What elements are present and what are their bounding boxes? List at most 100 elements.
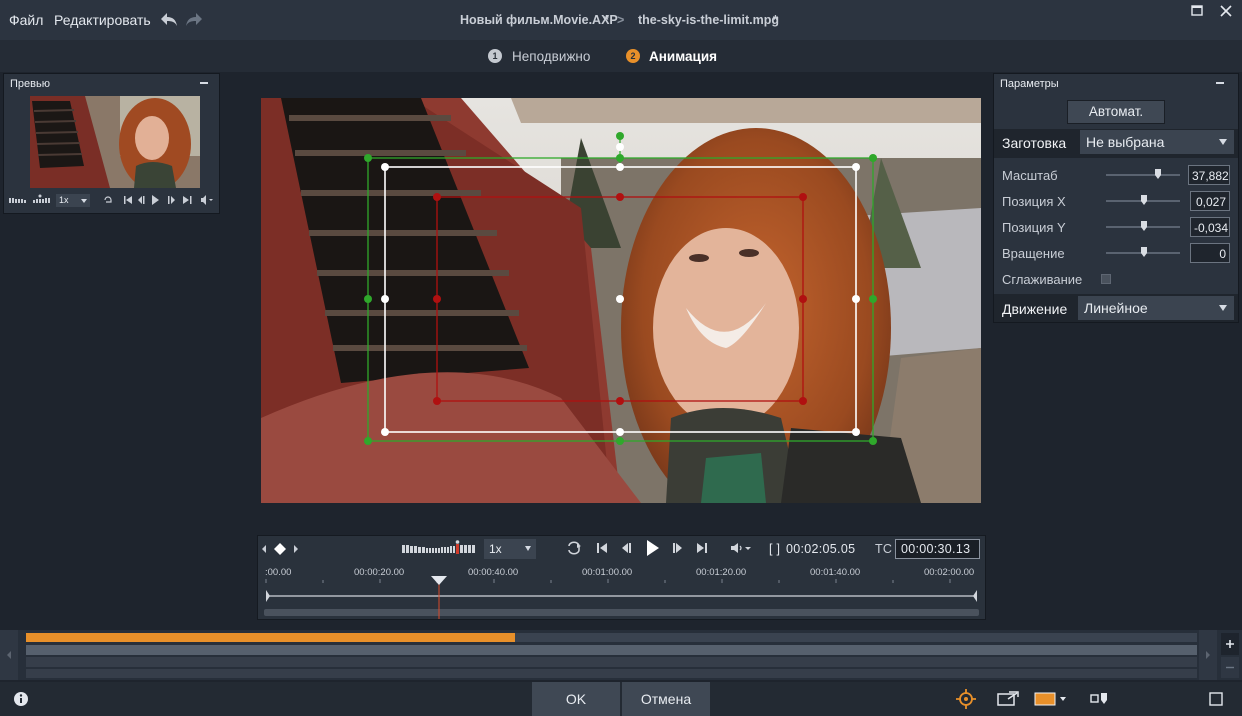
- go-to-end-icon[interactable]: [696, 542, 708, 554]
- preview-thumbnail: [30, 96, 200, 188]
- params-panel-title: Параметры: [1000, 78, 1059, 90]
- preset-value: Не выбрана: [1086, 134, 1165, 150]
- posx-slider-handle[interactable]: [1141, 195, 1147, 205]
- menu-edit[interactable]: Редактировать: [54, 12, 151, 28]
- zoom-out-button[interactable]: [1221, 657, 1239, 678]
- scale-slider-handle[interactable]: [1155, 169, 1161, 179]
- cancel-button[interactable]: Отмена: [622, 682, 710, 716]
- clip-modified-mark: *: [773, 13, 778, 27]
- breadcrumb-separator: >: [617, 13, 625, 27]
- undo-icon[interactable]: [159, 10, 179, 30]
- preview-panel-title: Превью: [10, 78, 50, 90]
- rotation-label: Вращение: [1002, 246, 1065, 261]
- chevron-left-icon: [7, 651, 11, 659]
- minus-icon: [1226, 666, 1234, 669]
- close-icon[interactable]: [1218, 4, 1234, 18]
- clip-track-progress[interactable]: [26, 633, 515, 642]
- auto-button[interactable]: Автомат.: [1067, 100, 1165, 124]
- preview-speed-value: 1x: [59, 195, 69, 205]
- transform-overlay[interactable]: [261, 98, 981, 503]
- keyframe-nav-controls[interactable]: [261, 543, 301, 555]
- step-2-number[interactable]: 2: [626, 49, 640, 63]
- step-2-label[interactable]: Анимация: [649, 49, 717, 64]
- timecode-field[interactable]: 00:00:30.13: [895, 539, 980, 559]
- rotation-slider-handle[interactable]: [1141, 247, 1147, 257]
- plus-icon: [1226, 640, 1234, 648]
- duration-display: 00:02:05.05: [786, 542, 856, 556]
- smoothing-label: Сглаживание: [1002, 272, 1083, 287]
- clip-name: the-sky-is-the-limit.mpg: [638, 13, 779, 27]
- smoothing-checkbox[interactable]: [1101, 274, 1111, 284]
- posy-field[interactable]: -0,034: [1190, 217, 1230, 237]
- timeline-scrollbar[interactable]: [264, 609, 979, 616]
- chevron-down-icon: [1219, 139, 1227, 145]
- params-panel: Параметры Автомат. Заготовка Не выбрана …: [993, 73, 1239, 323]
- title-bar: Файл Редактировать Новый фильм.Movie.AXP…: [0, 0, 1242, 40]
- maximize-icon[interactable]: [1189, 4, 1205, 18]
- video-canvas[interactable]: [261, 98, 981, 503]
- fullscreen-icon[interactable]: [1209, 692, 1223, 706]
- speed-value: 1x: [489, 542, 502, 556]
- preview-speed-dropdown[interactable]: 1x: [56, 194, 90, 207]
- export-frame-icon[interactable]: [997, 691, 1019, 707]
- speed-dropdown[interactable]: 1x: [484, 539, 536, 559]
- posx-label: Позиция X: [1002, 194, 1066, 209]
- project-modified-mark: *: [604, 13, 609, 27]
- chevron-down-icon: [1219, 305, 1227, 311]
- trim-in-marker[interactable]: [266, 590, 270, 602]
- preview-jog-wheel-icon[interactable]: [9, 194, 53, 206]
- motion-value: Линейное: [1084, 300, 1148, 316]
- loop-icon[interactable]: [566, 541, 582, 555]
- background-color-icon[interactable]: [1034, 692, 1070, 706]
- chevron-down-icon: [525, 546, 531, 551]
- timecode-value: 00:00:30.13: [901, 542, 971, 556]
- jog-wheel-icon[interactable]: [402, 540, 478, 556]
- playhead[interactable]: [431, 576, 447, 585]
- redo-icon[interactable]: [184, 10, 204, 30]
- menu-file[interactable]: Файл: [9, 12, 43, 28]
- ok-button[interactable]: OK: [532, 682, 620, 716]
- posx-field[interactable]: 0,027: [1190, 191, 1230, 211]
- crosshair-icon[interactable]: [955, 688, 977, 710]
- timeline-scroll-right[interactable]: [1199, 630, 1217, 680]
- chevron-right-icon: [1206, 651, 1210, 659]
- step-back-icon[interactable]: [620, 542, 632, 554]
- scale-field[interactable]: 37,882: [1188, 165, 1230, 185]
- play-icon[interactable]: [646, 539, 660, 557]
- posy-label: Позиция Y: [1002, 220, 1066, 235]
- motion-label: Движение: [1002, 301, 1068, 317]
- track-lane: [26, 657, 1197, 667]
- chevron-down-icon: [81, 199, 87, 203]
- zoom-in-button[interactable]: [1221, 633, 1239, 655]
- track-lane: [26, 669, 1197, 678]
- current-frame-handles[interactable]: [381, 143, 860, 436]
- scale-slider[interactable]: [1106, 174, 1180, 176]
- transport-panel: 1x [ ] 00:02:05.05 TC 00:00:30.13 :00.00…: [257, 535, 986, 620]
- timeline-scroll-left[interactable]: [0, 630, 18, 680]
- timecode-label: TC: [875, 542, 893, 556]
- go-to-start-icon[interactable]: [596, 542, 608, 554]
- scale-label: Масштаб: [1002, 168, 1058, 183]
- timeline-ruler[interactable]: [258, 576, 985, 619]
- volume-icon[interactable]: [730, 542, 752, 554]
- motion-dropdown[interactable]: Линейное: [1078, 296, 1234, 320]
- minimize-icon[interactable]: [200, 82, 208, 84]
- bottom-bar: OK Отмена: [0, 682, 1242, 716]
- track-lane: [26, 645, 1197, 655]
- trim-out-marker[interactable]: [973, 590, 977, 602]
- preset-dropdown[interactable]: Не выбрана: [1080, 130, 1234, 154]
- rotation-field[interactable]: 0: [1190, 243, 1230, 263]
- step-forward-icon[interactable]: [672, 542, 684, 554]
- step-1-number[interactable]: 1: [488, 49, 502, 63]
- info-icon[interactable]: [13, 691, 29, 707]
- step-1-label[interactable]: Неподвижно: [512, 49, 590, 64]
- timeline-area: [0, 630, 1242, 680]
- posy-slider-handle[interactable]: [1141, 221, 1147, 231]
- minimize-icon[interactable]: [1216, 82, 1224, 84]
- preview-transport-controls[interactable]: [104, 195, 214, 206]
- steps-bar: 1 Неподвижно 2 Анимация: [0, 40, 1242, 72]
- duration-prefix: [ ]: [769, 542, 781, 556]
- aspect-settings-icon[interactable]: [1089, 691, 1111, 707]
- project-name: Новый фильм.Movie.AXP: [460, 13, 618, 27]
- preset-label: Заготовка: [1002, 135, 1067, 151]
